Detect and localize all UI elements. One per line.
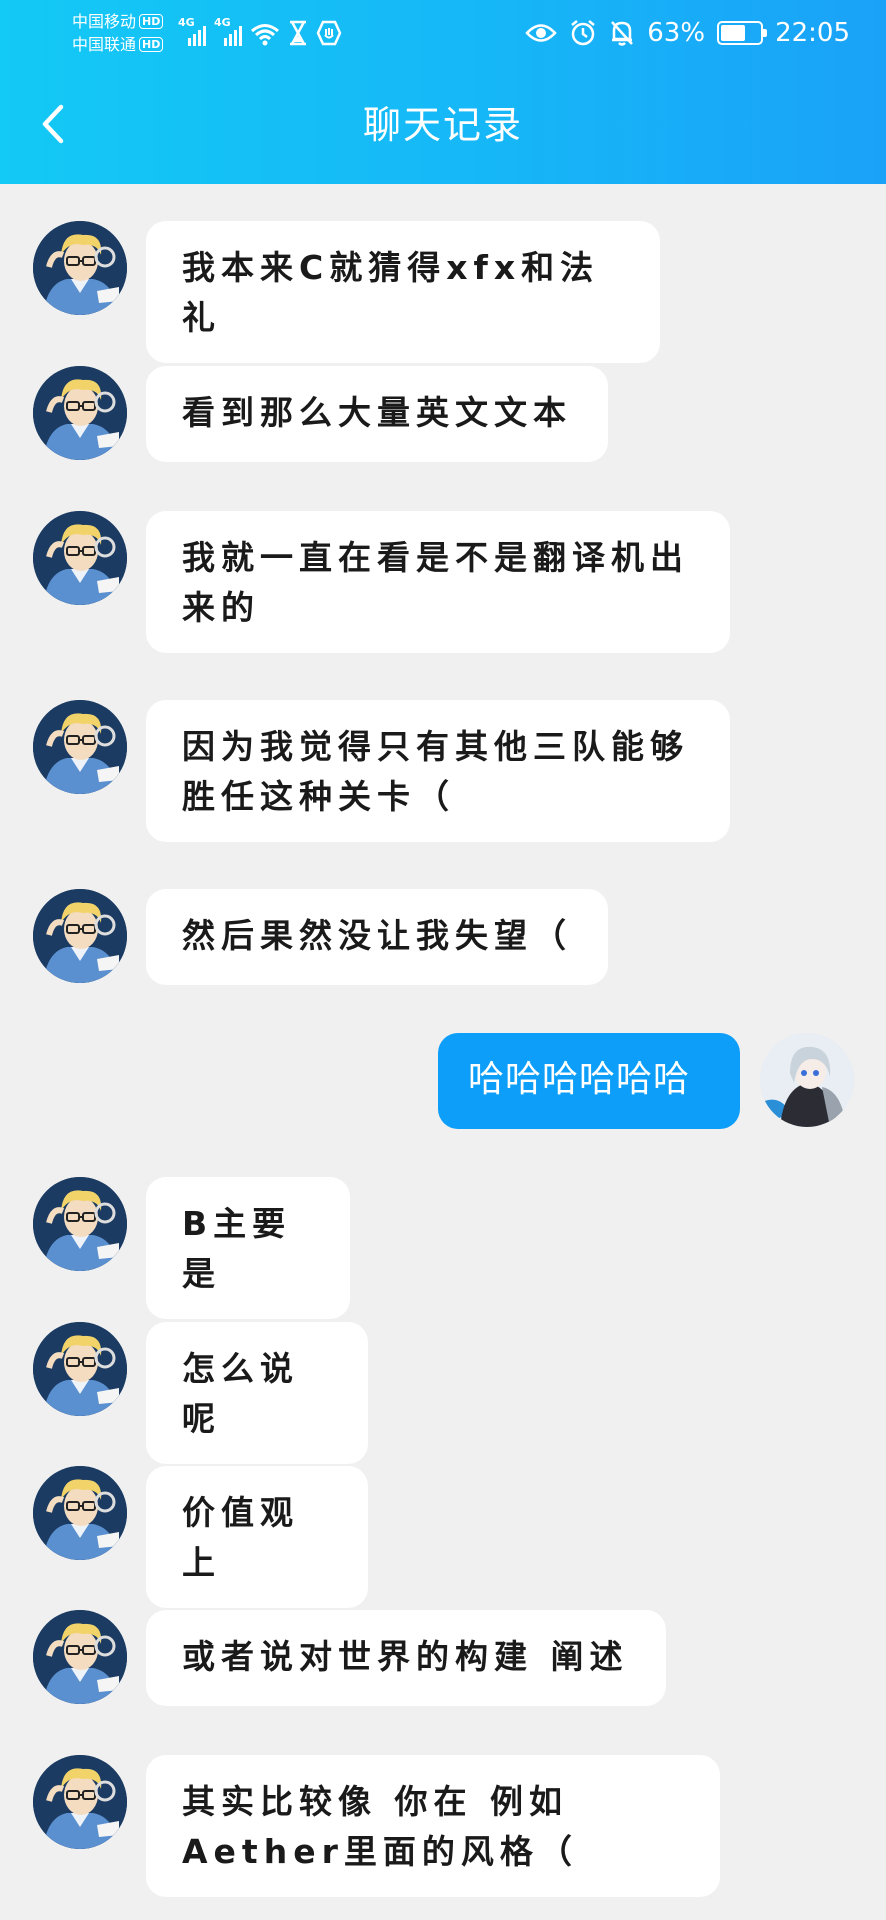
carrier-info: 中国移动 HD 中国联通 HD — [72, 10, 164, 56]
incoming-message-bubble[interactable]: 看到那么大量英文文本 — [146, 366, 608, 462]
shield-icon — [316, 20, 342, 46]
my-avatar[interactable] — [760, 1033, 854, 1127]
incoming-message-bubble[interactable]: 怎么说呢 — [146, 1322, 368, 1464]
signal-icon: 4G — [214, 16, 242, 46]
message-row: B主要是 — [0, 1177, 886, 1319]
carrier-row-1: 中国移动 HD — [72, 10, 164, 33]
hd-badge: HD — [139, 14, 164, 29]
message-row: 看到那么大量英文文本 — [0, 366, 886, 462]
incoming-message-bubble[interactable]: 价值观上 — [146, 1466, 368, 1608]
signal-icon: 4G — [178, 16, 206, 46]
contact-avatar[interactable] — [33, 1177, 127, 1271]
message-row: 哈哈哈哈哈哈 — [0, 1033, 886, 1129]
contact-avatar[interactable] — [33, 1755, 127, 1849]
title-bar: 中国移动 HD 中国联通 HD 4G 4G 63% 22:05 聊天记录 — [0, 0, 886, 184]
message-row: 价值观上 — [0, 1466, 886, 1608]
outgoing-message-bubble[interactable]: 哈哈哈哈哈哈 — [438, 1033, 740, 1129]
contact-avatar[interactable] — [33, 1322, 127, 1416]
eye-icon — [525, 24, 557, 42]
network-type-label: 4G — [214, 16, 231, 29]
message-row: 怎么说呢 — [0, 1322, 886, 1464]
carrier-2-label: 中国联通 — [72, 35, 137, 54]
bell-muted-icon — [611, 21, 634, 46]
alarm-icon — [571, 20, 596, 46]
carrier-1-label: 中国移动 — [72, 12, 137, 31]
incoming-message-bubble[interactable]: 然后果然没让我失望（ — [146, 889, 608, 985]
page-title: 聊天记录 — [362, 103, 523, 147]
status-right: 63% 22:05 — [525, 14, 850, 52]
incoming-message-bubble[interactable]: 其实比较像 你在 例如Aether里面的风格（ — [146, 1755, 720, 1897]
incoming-message-bubble[interactable]: 因为我觉得只有其他三队能够胜任这种关卡（ — [146, 700, 730, 842]
message-row: 然后果然没让我失望（ — [0, 889, 886, 985]
network-type-label: 4G — [178, 16, 195, 29]
contact-avatar[interactable] — [33, 700, 127, 794]
contact-avatar[interactable] — [33, 366, 127, 460]
contact-avatar[interactable] — [33, 511, 127, 605]
signal-icons: 4G 4G — [178, 16, 342, 46]
wifi-icon — [251, 24, 279, 46]
message-row: 或者说对世界的构建 阐述 — [0, 1610, 886, 1706]
hourglass-icon — [290, 20, 306, 46]
battery-icon — [717, 21, 768, 45]
message-row: 因为我觉得只有其他三队能够胜任这种关卡（ — [0, 700, 886, 842]
status-bar: 中国移动 HD 中国联通 HD 4G 4G 63% 22:05 — [0, 0, 886, 66]
contact-avatar[interactable] — [33, 1610, 127, 1704]
battery-percent: 63% — [647, 18, 706, 48]
contact-avatar[interactable] — [33, 221, 127, 315]
incoming-message-bubble[interactable]: 或者说对世界的构建 阐述 — [146, 1610, 666, 1706]
contact-avatar[interactable] — [33, 889, 127, 983]
hd-badge: HD — [139, 37, 164, 52]
message-row: 我就一直在看是不是翻译机出来的 — [0, 511, 886, 653]
carrier-row-2: 中国联通 HD — [72, 33, 164, 56]
message-row: 其实比较像 你在 例如Aether里面的风格（ — [0, 1755, 886, 1897]
contact-avatar[interactable] — [33, 1466, 127, 1560]
clock: 22:05 — [775, 18, 850, 48]
incoming-message-bubble[interactable]: B主要是 — [146, 1177, 350, 1319]
incoming-message-bubble[interactable]: 我本来C就猜得xfx和法礼 — [146, 221, 660, 363]
message-row: 我本来C就猜得xfx和法礼 — [0, 221, 886, 363]
incoming-message-bubble[interactable]: 我就一直在看是不是翻译机出来的 — [146, 511, 730, 653]
